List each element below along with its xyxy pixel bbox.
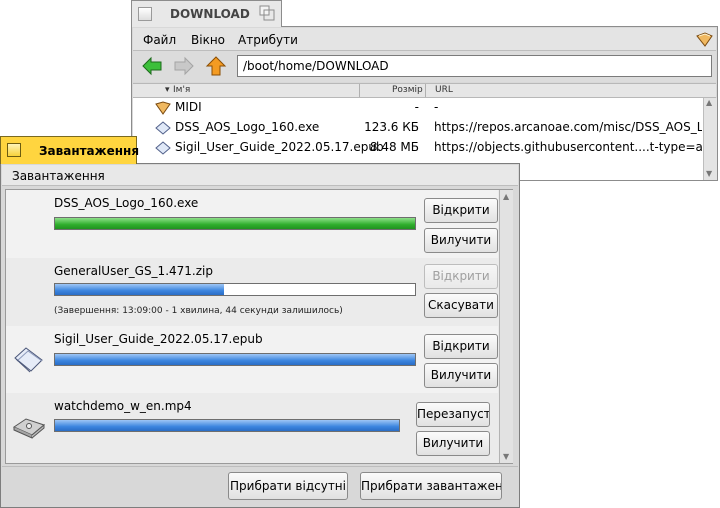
video-file-icon (12, 411, 46, 441)
column-url[interactable]: URL (435, 85, 453, 95)
column-divider[interactable] (359, 84, 360, 97)
download-item: watchdemo_w_en.mp4 Перезапусти... Вилучи… (6, 393, 498, 463)
remove-button[interactable]: Вилучити (424, 363, 498, 388)
remove-missing-button[interactable]: Прибрати відсутні (228, 472, 348, 500)
download-item: GeneralUser_GS_1.471.zip (Завершення: 13… (6, 258, 498, 327)
remove-button[interactable]: Вилучити (424, 228, 498, 253)
close-button[interactable] (138, 7, 152, 21)
zoom-icon[interactable] (259, 5, 275, 21)
tracker-menubar: Файл Вікно Атрибути (133, 28, 716, 51)
window-title: Завантаження (39, 144, 140, 158)
scroll-up-arrow-icon[interactable]: ▲ (706, 98, 712, 107)
download-filename: Sigil_User_Guide_2022.05.17.epub (54, 332, 263, 346)
file-icon (155, 121, 171, 135)
cancel-button[interactable]: Скасувати (424, 293, 498, 318)
scroll-up-arrow-icon[interactable]: ▲ (503, 192, 509, 201)
menu-downloads[interactable]: Завантаження (12, 169, 105, 183)
download-filename: DSS_AOS_Logo_160.exe (54, 196, 199, 210)
menu-window[interactable]: Вікно (191, 33, 225, 47)
forward-arrow-icon[interactable] (173, 56, 195, 76)
column-size[interactable]: Розмір (392, 85, 423, 95)
file-url: - (434, 100, 439, 114)
download-filename: watchdemo_w_en.mp4 (54, 399, 192, 413)
downloads-menubar: Завантаження (2, 165, 518, 186)
folder-icon (155, 101, 171, 115)
path-field[interactable]: /boot/home/DOWNLOAD (237, 55, 712, 77)
document-icon (12, 344, 46, 374)
downloads-window: Завантаження DSS_AOS_Logo_160.exe Відкри… (0, 136, 520, 508)
close-button[interactable] (7, 143, 21, 157)
column-header-bar: ▾ Ім'я Розмір URL (133, 83, 716, 98)
menu-attributes[interactable]: Атрибути (238, 33, 298, 47)
progress-fill (55, 284, 225, 295)
downloads-tab[interactable]: Завантаження (0, 136, 140, 164)
restart-button[interactable]: Перезапусти... (416, 402, 490, 427)
window-title: DOWNLOAD (170, 7, 250, 21)
tracker-vertical-scrollbar[interactable]: ▲ ▼ (703, 98, 717, 180)
download-item: Sigil_User_Guide_2022.05.17.epub Відкрит… (6, 326, 498, 394)
progress-bar (54, 283, 416, 296)
column-name[interactable]: Ім'я (173, 85, 190, 95)
downloads-vertical-scrollbar[interactable]: ▲ ▼ (499, 190, 513, 463)
download-item: DSS_AOS_Logo_160.exe Відкрити Вилучити (6, 190, 498, 259)
sort-arrow-icon: ▾ (165, 85, 170, 95)
downloads-footer: Прибрати відсутні Прибрати завантажені (2, 466, 518, 507)
file-name: DSS_AOS_Logo_160.exe (175, 120, 320, 134)
progress-fill (55, 354, 415, 365)
progress-fill (55, 218, 415, 229)
progress-bar (54, 419, 400, 432)
scroll-down-arrow-icon[interactable]: ▼ (706, 169, 712, 178)
file-url: https://repos.arcanoae.com/misc/DSS_AOS_… (434, 120, 702, 134)
downloads-list: DSS_AOS_Logo_160.exe Відкрити Вилучити G… (5, 189, 513, 464)
file-name: MIDI (175, 100, 202, 114)
menu-file[interactable]: Файл (143, 33, 176, 47)
tracker-tab[interactable]: DOWNLOAD (131, 0, 282, 27)
progress-bar (54, 353, 416, 366)
open-button[interactable]: Відкрити (424, 334, 498, 359)
download-status: (Завершення: 13:09:00 - 1 хвилина, 44 се… (54, 306, 343, 316)
parent-folder-arrow-icon[interactable] (205, 56, 227, 76)
file-size: - (414, 100, 419, 114)
scroll-down-arrow-icon[interactable]: ▼ (503, 452, 509, 461)
column-divider[interactable] (425, 84, 426, 97)
file-size: 123.6 КБ (364, 120, 419, 134)
progress-bar (54, 217, 416, 230)
remove-finished-button[interactable]: Прибрати завантажені (360, 472, 502, 500)
tracker-navigation-bar: /boot/home/DOWNLOAD (133, 51, 716, 82)
remove-button[interactable]: Вилучити (416, 431, 490, 456)
open-button-disabled: Відкрити (424, 264, 498, 289)
file-row[interactable]: MIDI - - (133, 98, 703, 118)
back-arrow-icon[interactable] (141, 56, 163, 76)
progress-fill (55, 420, 399, 431)
tracker-folder-menu-icon[interactable] (696, 31, 713, 47)
file-row[interactable]: DSS_AOS_Logo_160.exe 123.6 КБ https://re… (133, 118, 703, 138)
download-filename: GeneralUser_GS_1.471.zip (54, 264, 213, 278)
downloads-frame: Завантаження DSS_AOS_Logo_160.exe Відкри… (0, 163, 520, 508)
open-button[interactable]: Відкрити (424, 198, 498, 223)
